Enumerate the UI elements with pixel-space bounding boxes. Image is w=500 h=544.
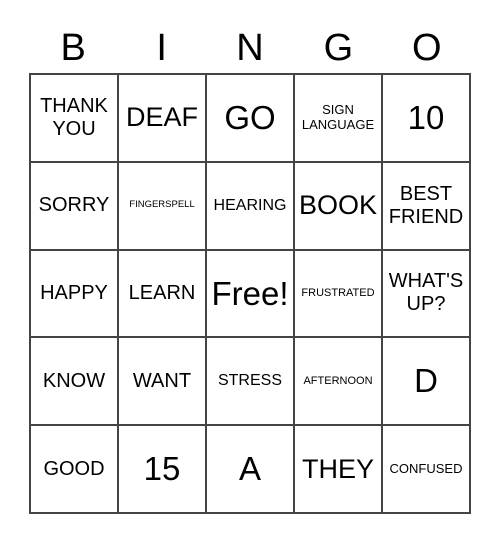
bingo-cell-i-3[interactable]: LEARN <box>118 249 206 338</box>
cell-label: KNOW <box>42 369 106 392</box>
cell-label: AFTERNOON <box>303 374 373 387</box>
cell-label: LEARN <box>128 281 196 304</box>
bingo-board: THANK YOU DEAF GO SIGN LANGUAGE 10 SORRY FINGE… <box>29 73 471 514</box>
cell-label: GOOD <box>43 457 105 480</box>
cell-label: BOOK <box>298 190 378 221</box>
cell-label: BEST FRIEND <box>388 182 464 228</box>
bingo-cell-n-5[interactable]: A <box>206 425 294 513</box>
bingo-cell-i-4[interactable]: WANT <box>118 337 206 426</box>
cell-label: HAPPY <box>40 281 108 304</box>
bingo-cell-b-4[interactable]: KNOW <box>30 337 118 426</box>
bingo-cell-i-5[interactable]: 15 <box>118 425 206 513</box>
bingo-cell-n-2[interactable]: HEARING <box>206 161 294 250</box>
header-letter-o: O <box>412 27 442 69</box>
bingo-cell-b-1[interactable]: THANK YOU <box>30 74 118 162</box>
cell-label: Free! <box>211 274 289 312</box>
cell-label: GO <box>224 98 276 136</box>
bingo-cell-b-5[interactable]: GOOD <box>30 425 118 513</box>
bingo-header: B I N G O <box>29 22 471 74</box>
cell-label: SIGN LANGUAGE <box>301 101 375 132</box>
bingo-cell-b-3[interactable]: HAPPY <box>30 249 118 338</box>
bingo-cell-o-3[interactable]: WHAT'S UP? <box>382 249 470 338</box>
bingo-cell-g-1[interactable]: SIGN LANGUAGE <box>294 74 382 162</box>
cell-label: D <box>414 362 438 400</box>
bingo-cell-n-4[interactable]: STRESS <box>206 337 294 426</box>
cell-label: SORRY <box>38 194 110 217</box>
cell-label: FRUSTRATED <box>301 287 375 300</box>
bingo-cell-i-1[interactable]: DEAF <box>118 74 206 162</box>
bingo-cell-o-1[interactable]: 10 <box>382 74 470 162</box>
bingo-cell-n-3[interactable]: Free! <box>206 249 294 338</box>
cell-label: DEAF <box>125 102 198 133</box>
bingo-cell-g-2[interactable]: BOOK <box>294 161 382 250</box>
cell-label: 10 <box>407 98 445 136</box>
cell-label: HEARING <box>213 196 287 214</box>
header-letter-n: N <box>236 27 264 69</box>
bingo-cell-i-2[interactable]: FINGERSPELL <box>118 161 206 250</box>
cell-label: THANK YOU <box>40 94 108 140</box>
cell-label: WHAT'S UP? <box>388 270 464 316</box>
bingo-cell-b-2[interactable]: SORRY <box>30 161 118 250</box>
header-letter-g: G <box>323 27 354 69</box>
cell-label: STRESS <box>217 372 282 390</box>
bingo-cell-o-2[interactable]: BEST FRIEND <box>382 161 470 250</box>
cell-label: THEY <box>301 453 374 484</box>
bingo-cell-g-5[interactable]: THEY <box>294 425 382 513</box>
bingo-cell-n-1[interactable]: GO <box>206 74 294 162</box>
bingo-cell-o-4[interactable]: D <box>382 337 470 426</box>
cell-label: CONFUSED <box>389 460 463 476</box>
bingo-cell-o-5[interactable]: CONFUSED <box>382 425 470 513</box>
bingo-cell-g-4[interactable]: AFTERNOON <box>294 337 382 426</box>
header-letter-b: B <box>60 27 86 69</box>
cell-label: FINGERSPELL <box>129 199 195 211</box>
cell-label: A <box>238 450 261 488</box>
header-letter-i: I <box>156 27 167 69</box>
cell-label: WANT <box>132 369 192 392</box>
cell-label: 15 <box>143 450 181 488</box>
bingo-cell-g-3[interactable]: FRUSTRATED <box>294 249 382 338</box>
